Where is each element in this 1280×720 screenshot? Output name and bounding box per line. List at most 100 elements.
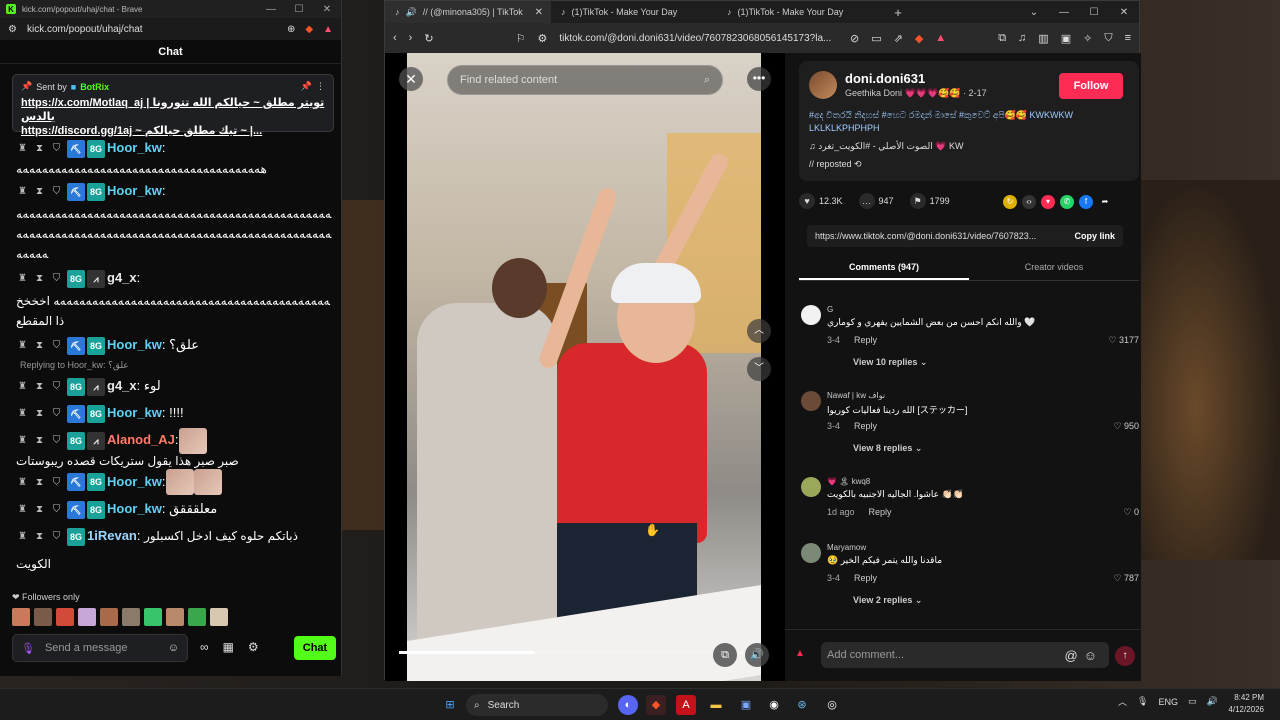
emote-slot[interactable]: [166, 608, 184, 626]
chat-username[interactable]: Hoor_kw: [107, 183, 162, 198]
commenter-avatar[interactable]: [801, 477, 821, 497]
view-replies-button[interactable]: View 8 replies ⌄: [853, 443, 922, 454]
brave-shield-icon[interactable]: ◆: [305, 24, 313, 35]
minimize-button[interactable]: —: [257, 4, 285, 15]
brave-icon[interactable]: ◆: [646, 695, 666, 715]
forward-icon[interactable]: ›: [409, 32, 413, 44]
tab-creator-videos[interactable]: Creator videos: [969, 253, 1139, 280]
site-settings-icon[interactable]: ⚙: [8, 24, 17, 35]
view-replies-button[interactable]: View 2 replies ⌄: [853, 595, 922, 606]
vpn-icon[interactable]: ⛉: [1104, 32, 1112, 45]
pinned-message[interactable]: 📌 Sent by ■ BotRix 📌 ⋮ https://x.com/Mot…: [12, 74, 334, 137]
view-replies-button[interactable]: View 10 replies ⌄: [853, 357, 927, 368]
settings-icon[interactable]: ⚙: [248, 640, 259, 654]
close-button[interactable]: ✕: [1109, 7, 1139, 18]
bookmark-icon[interactable]: ⚐: [516, 32, 526, 45]
volume-button[interactable]: 🔊: [745, 643, 769, 667]
add-comment-input[interactable]: Add comment... @☺: [821, 642, 1109, 668]
close-video-button[interactable]: ✕: [399, 67, 423, 91]
comment-like[interactable]: ♡ 787: [1113, 573, 1139, 584]
tab[interactable]: ♪ (1)TikTok - Make Your Day: [717, 1, 883, 23]
next-video-button[interactable]: ﹀: [747, 357, 771, 381]
post-comment-button[interactable]: ↑: [1115, 646, 1135, 666]
obs-icon[interactable]: ◉: [764, 695, 784, 715]
copy-link-button[interactable]: Copy link: [1074, 231, 1115, 241]
windows-start-icon[interactable]: ⊞: [440, 695, 460, 715]
reply-button[interactable]: Reply: [854, 573, 877, 583]
video-more-button[interactable]: •••: [747, 67, 771, 91]
discord-icon[interactable]: ◐: [618, 695, 638, 715]
share-more-icon[interactable]: ➦: [1098, 195, 1112, 209]
reply-button[interactable]: Reply: [854, 335, 877, 345]
send-friends-icon[interactable]: ▾: [1041, 195, 1055, 209]
emote-slot[interactable]: [78, 608, 96, 626]
unpin-icon[interactable]: 📌: [301, 81, 312, 92]
back-icon[interactable]: ‹: [393, 32, 397, 44]
points-icon[interactable]: ∞: [200, 640, 209, 654]
chat-username[interactable]: 1iRevan: [87, 528, 137, 543]
caption-text[interactable]: #අද විතරයි නිදහස් #හෙට රමදාන් මාසේ #කුවෙ…: [809, 110, 1073, 133]
chat-username[interactable]: Hoor_kw: [107, 474, 162, 489]
previous-video-button[interactable]: ︿: [747, 319, 771, 343]
emote-slot[interactable]: [56, 608, 74, 626]
commenter-name[interactable]: Maryamow: [827, 543, 866, 552]
menu-icon[interactable]: ≡: [1125, 32, 1131, 45]
chat-send-button[interactable]: Chat: [294, 636, 336, 660]
brave-shield-icon[interactable]: ◆: [915, 32, 923, 45]
zoom-icon[interactable]: ⊕: [287, 24, 295, 35]
emote-slot[interactable]: [122, 608, 140, 626]
emote-slot[interactable]: [100, 608, 118, 626]
tab[interactable]: ♪ (1)TikTok - Make Your Day: [551, 1, 717, 23]
chat-username[interactable]: Hoor_kw: [107, 501, 162, 516]
close-button[interactable]: ✕: [313, 4, 341, 15]
reply-button[interactable]: Reply: [869, 507, 892, 517]
whatsapp-icon[interactable]: ✆: [1060, 195, 1074, 209]
site-settings-icon[interactable]: ⚙: [537, 32, 547, 45]
video-progress-bar[interactable]: [399, 651, 753, 654]
minimize-button[interactable]: —: [1049, 7, 1079, 18]
speaker-icon[interactable]: 🔊: [406, 7, 417, 18]
mention-emoji-icons[interactable]: @☺: [1065, 648, 1103, 663]
system-clock[interactable]: 8:42 PM 4/12/2026: [1224, 692, 1264, 716]
app-icon[interactable]: ▣: [736, 695, 756, 715]
maximize-button[interactable]: ☐: [285, 4, 313, 15]
creator-handle[interactable]: doni.doni631: [845, 71, 987, 86]
share-icon[interactable]: ⇗: [894, 32, 903, 45]
search-icon[interactable]: ⌕: [704, 74, 710, 87]
music-link[interactable]: ♫ الصوت الأصلي - #الكويت_تغرد 💗 KW: [809, 141, 963, 152]
emote-slot[interactable]: [210, 608, 228, 626]
tab-comments[interactable]: Comments (947): [799, 253, 969, 280]
reply-note[interactable]: Replying to Hoor_kw: علق؟: [16, 358, 332, 372]
video-link[interactable]: https://www.tiktok.com/@doni.doni631/vid…: [815, 231, 1066, 241]
leo-icon[interactable]: ✧: [1083, 32, 1092, 45]
video-player[interactable]: ✋: [407, 53, 761, 681]
microphone-icon[interactable]: 🎙: [21, 642, 35, 655]
music-icon[interactable]: ♫: [1018, 32, 1026, 45]
commenter-avatar[interactable]: [801, 391, 821, 411]
volume-icon[interactable]: 🔊: [1206, 696, 1217, 707]
reply-button[interactable]: Reply: [854, 421, 877, 431]
facebook-icon[interactable]: f: [1079, 195, 1093, 209]
file-explorer-icon[interactable]: ▬: [706, 695, 726, 715]
chat-username[interactable]: g4_x: [107, 270, 137, 285]
repost-share-icon[interactable]: ↻: [1003, 195, 1017, 209]
embed-icon[interactable]: ‹›: [1022, 195, 1036, 209]
emote-slot[interactable]: [12, 608, 30, 626]
store-icon[interactable]: ▦: [223, 640, 234, 654]
acrobat-icon[interactable]: A: [676, 695, 696, 715]
follow-button[interactable]: Follow: [1059, 73, 1123, 99]
address-url[interactable]: tiktok.com/@doni.doni631/video/760782306…: [559, 33, 838, 44]
screen-icon[interactable]: ▭: [871, 32, 881, 45]
pinned-line-1[interactable]: https://x.com/Motlaq_aj | تويتر مطلق ~ ح…: [21, 96, 325, 124]
commenter-name[interactable]: G: [827, 305, 833, 314]
chat-username[interactable]: Hoor_kw: [107, 337, 162, 352]
steam-icon[interactable]: ⊛: [792, 695, 812, 715]
microphone-icon[interactable]: 🎙: [1137, 696, 1148, 707]
save-stat[interactable]: ⚑ 1799: [909, 193, 950, 209]
cast-icon[interactable]: ⊘: [850, 32, 859, 45]
chat-username[interactable]: Alanod_AJ: [107, 432, 175, 447]
message-input[interactable]: 🎙 Send a message ☺: [12, 634, 188, 662]
comment-like[interactable]: ♡ 950: [1113, 421, 1139, 432]
floating-player-button[interactable]: ⧉: [713, 643, 737, 667]
emote-slot[interactable]: [144, 608, 162, 626]
